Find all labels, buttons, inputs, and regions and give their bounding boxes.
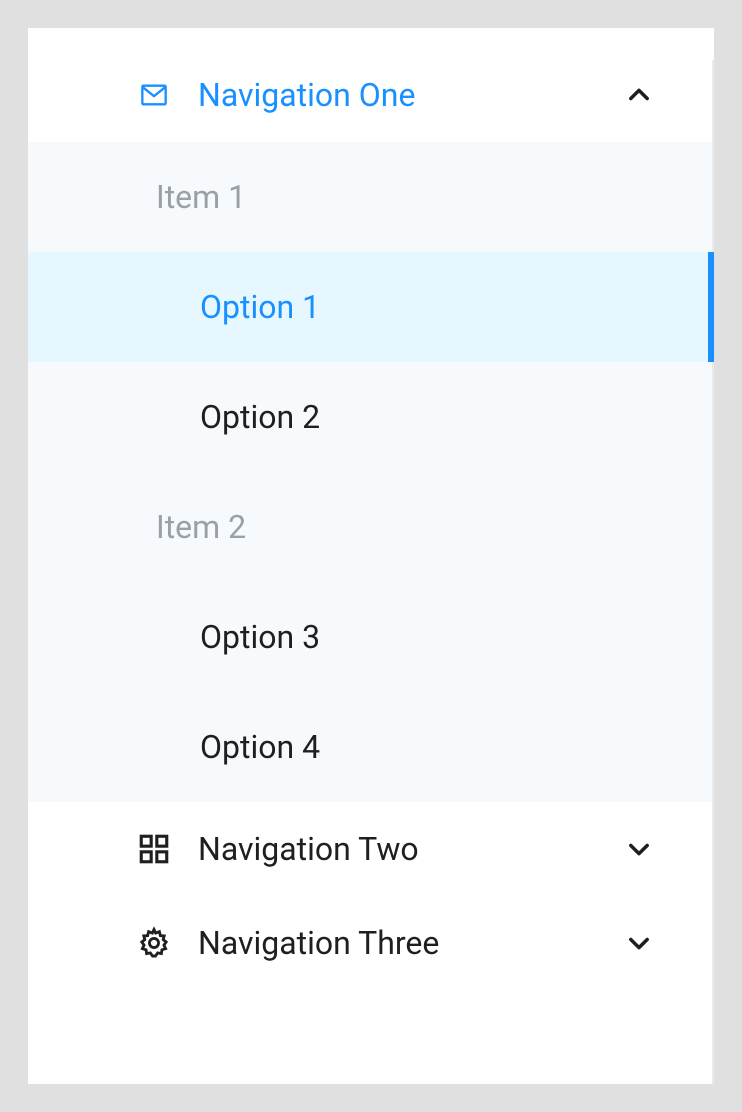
app-icon <box>136 831 172 867</box>
group-item-2: Item 2 <box>28 472 714 582</box>
menu-panel: Navigation One Item 1 Option 1 Option 2 … <box>28 28 714 1084</box>
nav-three-header[interactable]: Navigation Three <box>28 896 714 990</box>
gear-icon <box>136 925 172 961</box>
nav-item-two: Navigation Two <box>28 802 714 896</box>
nav-item-three: Navigation Three <box>28 896 714 990</box>
chevron-down-icon <box>624 928 654 958</box>
nav-two-header[interactable]: Navigation Two <box>28 802 714 896</box>
nav-one-label: Navigation One <box>198 76 624 114</box>
option-4[interactable]: Option 4 <box>28 692 714 802</box>
group-item-1: Item 1 <box>28 142 714 252</box>
nav-one-submenu: Item 1 Option 1 Option 2 Item 2 Option 3… <box>28 142 714 802</box>
nav-one-header[interactable]: Navigation One <box>28 48 714 142</box>
option-3[interactable]: Option 3 <box>28 582 714 692</box>
nav-item-one: Navigation One Item 1 Option 1 Option 2 … <box>28 48 714 802</box>
chevron-down-icon <box>624 834 654 864</box>
nav-two-label: Navigation Two <box>198 830 624 868</box>
sidebar-menu: Navigation One Item 1 Option 1 Option 2 … <box>28 28 714 990</box>
option-2[interactable]: Option 2 <box>28 362 714 472</box>
nav-three-label: Navigation Three <box>198 924 624 962</box>
mail-icon <box>136 77 172 113</box>
chevron-up-icon <box>624 80 654 110</box>
option-1[interactable]: Option 1 <box>28 252 714 362</box>
